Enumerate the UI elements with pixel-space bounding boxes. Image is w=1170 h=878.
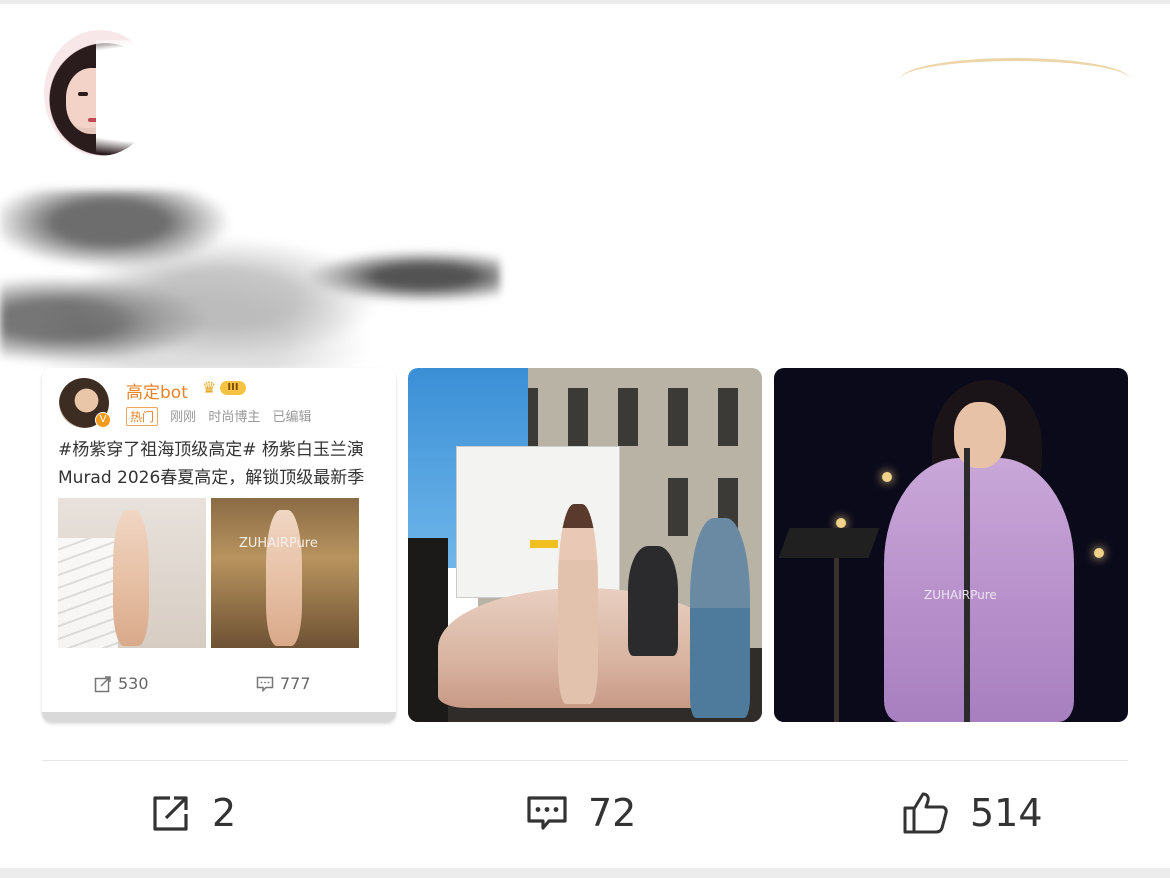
repost-comment-button[interactable]: 777 — [256, 674, 311, 693]
repost-image-2[interactable]: ZUHAIRPure — [211, 498, 359, 648]
repost-share-button[interactable]: 530 — [94, 674, 149, 693]
comment-button[interactable]: 72 — [526, 788, 636, 838]
comment-count: 72 — [588, 791, 637, 835]
runway-figure — [266, 510, 302, 646]
repost-image-1[interactable] — [58, 498, 206, 648]
redaction-scribble — [900, 58, 1130, 101]
redacted-author-name — [96, 40, 476, 160]
staircase-shape — [58, 538, 118, 648]
share-icon — [94, 675, 111, 692]
share-icon — [153, 796, 188, 831]
singer-face — [954, 402, 1006, 468]
gown-figure — [113, 510, 149, 646]
repost-actions: 530 777 — [42, 670, 396, 700]
post-image-2[interactable] — [408, 368, 762, 722]
assistant-person — [628, 546, 678, 656]
image-watermark: ZUHAIRPure — [239, 536, 318, 551]
window — [668, 478, 688, 536]
share-button[interactable]: 2 — [150, 788, 236, 838]
post-time: 刚刚 — [170, 410, 197, 425]
window — [568, 388, 588, 446]
repost-meta: 热门 刚刚 时尚博主 已编辑 — [126, 406, 319, 426]
repost-content[interactable]: #杨紫穿了祖海顶级高定# 杨紫白玉兰演 Murad 2026春夏高定，解锁顶级最… — [58, 436, 396, 492]
verified-badge-icon: V — [95, 412, 111, 428]
microphone-stand — [964, 448, 970, 722]
model-figure — [558, 504, 598, 704]
stage-light — [836, 518, 846, 528]
comment-icon — [256, 676, 274, 692]
like-count: 514 — [970, 791, 1043, 835]
avatar-eye-left — [78, 92, 88, 96]
music-stand-pole — [834, 558, 839, 722]
share-count: 2 — [212, 791, 237, 835]
stage-light — [882, 472, 892, 482]
repost-comment-count: 777 — [280, 674, 311, 693]
music-stand — [778, 528, 880, 558]
post-image-3[interactable]: ZUHAIRPure — [774, 368, 1128, 722]
repost-share-count: 530 — [118, 674, 149, 693]
thumbs-up-icon — [903, 792, 948, 834]
image-watermark: ZUHAIRPure — [924, 588, 997, 602]
hot-tag: 热门 — [126, 407, 159, 426]
window — [668, 388, 688, 446]
truck-label — [530, 540, 558, 548]
repost-author-name[interactable]: 高定bot — [126, 378, 188, 403]
top-divider-strip — [0, 0, 1170, 4]
window — [718, 388, 738, 446]
repost-card[interactable]: V 高定bot ♛ III 热门 刚刚 时尚博主 已编辑 #杨紫穿了祖海顶级高定… — [42, 368, 396, 722]
like-button[interactable]: 514 — [902, 788, 1043, 838]
author-type: 时尚博主 — [208, 410, 261, 425]
comment-icon — [527, 796, 567, 830]
redacted-post-text — [0, 190, 500, 370]
actions-divider — [42, 760, 1128, 761]
repost-card-footer-bar — [42, 712, 396, 722]
crown-icon: ♛ — [202, 378, 217, 397]
edited-label: 已编辑 — [272, 410, 312, 425]
level-badge: III — [220, 381, 246, 395]
window — [618, 388, 638, 446]
stage-light — [1094, 548, 1104, 558]
assistant-person — [690, 518, 750, 718]
bottom-divider-strip — [0, 868, 1170, 878]
